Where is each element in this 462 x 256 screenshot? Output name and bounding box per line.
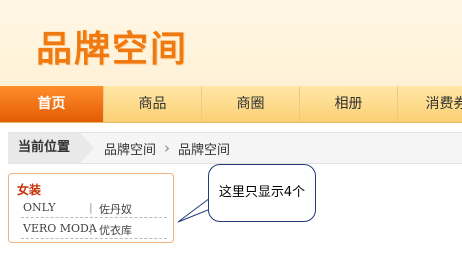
callout-note: 这里只显示4个 bbox=[208, 164, 316, 222]
